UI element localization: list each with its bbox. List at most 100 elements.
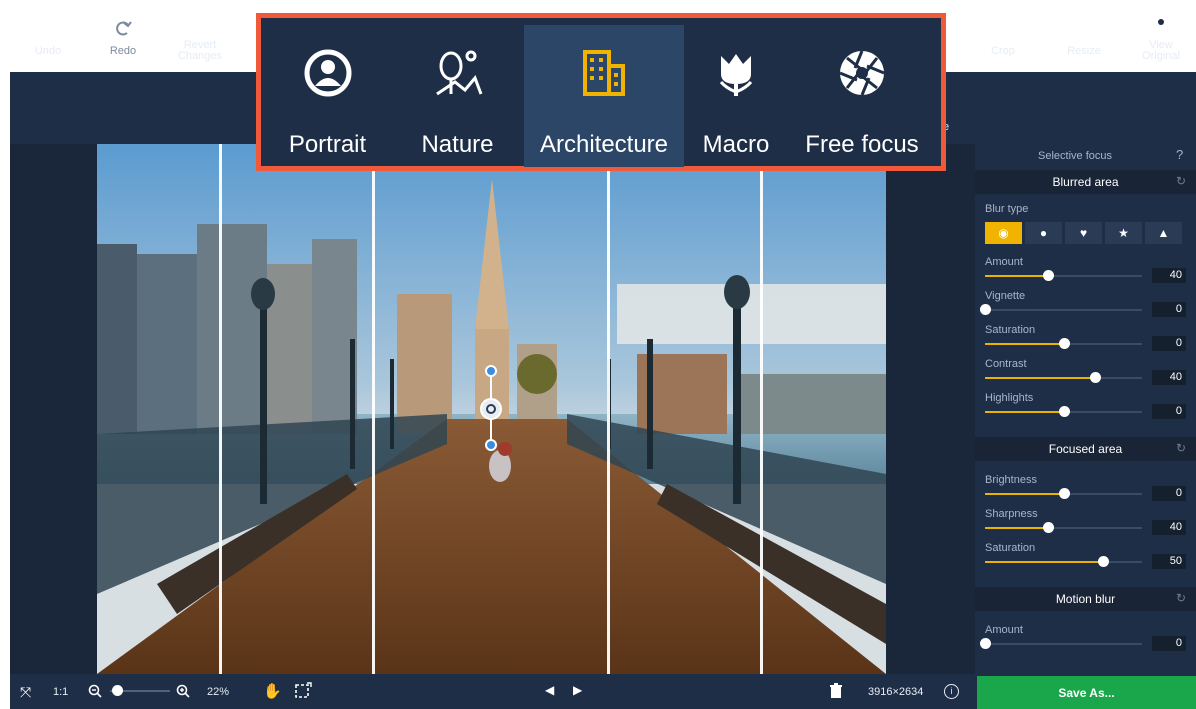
- slider-knob[interactable]: [1089, 372, 1101, 383]
- redo-button[interactable]: Redo: [103, 0, 143, 72]
- preset-label: Architecture: [539, 131, 669, 158]
- blur-type-star[interactable]: ★: [1105, 222, 1142, 244]
- slider-knob[interactable]: [1042, 522, 1054, 533]
- preset-free-focus[interactable]: Free focus: [788, 25, 936, 167]
- slider-track[interactable]: [985, 406, 1142, 417]
- slider-knob[interactable]: [1058, 338, 1070, 349]
- slider-track[interactable]: [980, 638, 1142, 649]
- view-original-label: View Original: [1142, 39, 1180, 62]
- trash-icon[interactable]: [829, 683, 843, 699]
- revert-changes-label: Revert Changes: [177, 39, 223, 62]
- slider-fill: [985, 561, 1103, 563]
- resize-label: Resize: [1067, 44, 1101, 57]
- slider-value[interactable]: 40: [1152, 268, 1186, 283]
- blur-type-circle[interactable]: ◉: [985, 222, 1022, 244]
- zoom-level: 22%: [207, 686, 230, 698]
- motion-blur-header[interactable]: Motion blur ↻: [975, 587, 1196, 611]
- focus-bottom-handle[interactable]: [485, 439, 497, 451]
- slider-knob[interactable]: [1097, 556, 1109, 567]
- slider-label: Amount: [985, 624, 1023, 636]
- slider-track[interactable]: [985, 270, 1142, 281]
- slider-knob[interactable]: [980, 304, 991, 315]
- slider-value[interactable]: 40: [1152, 520, 1186, 535]
- revert-changes-button[interactable]: Revert Changes: [170, 0, 230, 72]
- view-original-button[interactable]: View Original: [1135, 0, 1187, 72]
- next-icon[interactable]: ▶: [573, 683, 582, 697]
- slider-value[interactable]: 0: [1152, 404, 1186, 419]
- preset-nature[interactable]: Nature: [391, 25, 524, 167]
- slider-label: Sharpness: [985, 508, 1038, 520]
- slider-track[interactable]: [985, 338, 1142, 349]
- slider-knob[interactable]: [1058, 406, 1070, 417]
- undo-button[interactable]: Undo: [28, 0, 68, 72]
- blurred-area-header[interactable]: Blurred area ↻: [975, 170, 1196, 194]
- macro-icon: [706, 43, 766, 103]
- panel-title: Selective focus: [1038, 150, 1112, 162]
- slider-knob[interactable]: [1042, 270, 1054, 281]
- slider-value[interactable]: 0: [1152, 486, 1186, 501]
- help-icon[interactable]: ?: [1176, 147, 1183, 162]
- zoom-out-icon[interactable]: [88, 684, 102, 698]
- resize-icon: [1072, 16, 1096, 40]
- slider-knob[interactable]: [980, 638, 991, 649]
- slider-knob[interactable]: [1058, 488, 1070, 499]
- preset-architecture[interactable]: Architecture: [524, 25, 684, 167]
- preset-label: Portrait: [288, 131, 367, 158]
- slider-value[interactable]: 0: [1152, 636, 1186, 651]
- undo-icon: [36, 16, 60, 40]
- reset-icon[interactable]: ↻: [1176, 441, 1186, 455]
- blur-type-triangle[interactable]: ▲: [1145, 222, 1182, 244]
- slider-fill: [985, 411, 1064, 413]
- save-as-label: Save As...: [1058, 685, 1115, 700]
- preset-portrait[interactable]: Portrait: [264, 25, 391, 167]
- blur-type-heart[interactable]: ♥: [1065, 222, 1102, 244]
- selection-tool-icon[interactable]: [294, 682, 312, 700]
- blur-type-dot[interactable]: ●: [1025, 222, 1062, 244]
- zoom-in-icon[interactable]: [176, 684, 190, 698]
- heart-blur-icon: ♥: [1079, 226, 1088, 240]
- crop-button[interactable]: Crop: [983, 0, 1023, 72]
- slider-track[interactable]: [985, 372, 1142, 383]
- slider-track[interactable]: [985, 522, 1142, 533]
- slider-track[interactable]: [985, 556, 1142, 567]
- fit-screen-icon[interactable]: ⤧: [20, 684, 31, 701]
- save-as-button[interactable]: Save As...: [977, 676, 1196, 709]
- slider-track[interactable]: [980, 304, 1142, 315]
- guide-line: [607, 144, 610, 674]
- slider-value[interactable]: 0: [1152, 336, 1186, 351]
- portrait-icon: [298, 43, 358, 103]
- dot-blur-icon: ●: [1039, 226, 1048, 240]
- zoom-slider[interactable]: [110, 685, 170, 696]
- slider-value[interactable]: 40: [1152, 370, 1186, 385]
- refresh-icon: [188, 10, 212, 34]
- slider-fill: [985, 527, 1048, 529]
- guide-line: [219, 144, 222, 674]
- triangle-blur-icon: ▲: [1157, 226, 1170, 240]
- hand-tool-icon[interactable]: ✋: [263, 682, 282, 700]
- slider-label: Highlights: [985, 392, 1034, 404]
- zoom-slider-knob[interactable]: [111, 685, 123, 696]
- info-icon[interactable]: i: [944, 684, 959, 699]
- preset-label: Nature: [421, 131, 494, 158]
- architecture-icon: [574, 43, 634, 103]
- resize-button[interactable]: Resize: [1058, 0, 1110, 72]
- reset-icon[interactable]: ↻: [1176, 174, 1186, 188]
- crop-label: Crop: [991, 44, 1015, 57]
- slider-label: Saturation: [985, 324, 1036, 336]
- actual-size-button[interactable]: 1:1: [53, 686, 68, 698]
- slider-track[interactable]: [985, 488, 1142, 499]
- slider-value[interactable]: 50: [1152, 554, 1186, 569]
- focus-top-handle[interactable]: [485, 365, 497, 377]
- star-blur-icon: ★: [1118, 226, 1129, 240]
- reset-icon[interactable]: ↻: [1176, 591, 1186, 605]
- previous-icon[interactable]: ◀: [545, 683, 554, 697]
- free-focus-icon: [832, 43, 892, 103]
- focus-center-handle[interactable]: [480, 398, 502, 420]
- undo-label: Undo: [34, 44, 62, 57]
- preset-macro[interactable]: Macro: [684, 25, 788, 167]
- preset-bar: Portrait Nature Architecture Macro Free …: [256, 13, 946, 171]
- guide-line: [760, 144, 763, 674]
- blur-type-label: Blur type: [985, 203, 1029, 215]
- focused-area-header[interactable]: Focused area ↻: [975, 437, 1196, 461]
- slider-value[interactable]: 0: [1152, 302, 1186, 317]
